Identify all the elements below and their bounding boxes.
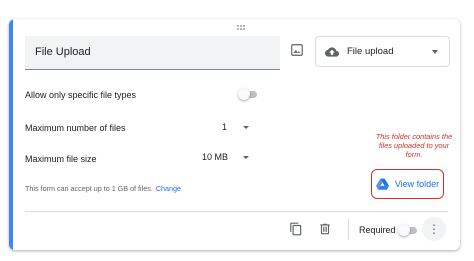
more-vert-icon: ⋮ — [428, 222, 440, 236]
more-options-button[interactable]: ⋮ — [422, 217, 446, 241]
question-title-input[interactable]: File Upload — [25, 36, 280, 70]
image-icon[interactable] — [290, 43, 304, 57]
active-accent-bar — [9, 19, 13, 250]
required-label: Required — [359, 225, 396, 235]
chevron-down-icon — [432, 50, 438, 54]
max-size-label: Maximum file size — [25, 154, 97, 164]
duplicate-icon[interactable] — [289, 222, 303, 236]
trash-icon[interactable] — [318, 222, 332, 236]
max-files-label: Maximum number of files — [25, 123, 126, 133]
max-size-value: 10 MB — [202, 152, 229, 162]
google-drive-icon — [375, 178, 389, 190]
upload-limit-text: This form can accept up to 1 GB of files… — [25, 184, 153, 193]
question-type-label: File upload — [347, 46, 394, 57]
question-title-text: File Upload — [35, 46, 91, 58]
folder-annotation: This folder contains the files uploaded … — [375, 132, 453, 159]
footer-separator — [348, 218, 349, 240]
chevron-down-icon — [243, 156, 249, 159]
chevron-down-icon — [243, 126, 249, 129]
drag-handle-icon[interactable] — [237, 25, 245, 30]
change-limit-link[interactable]: Change — [156, 184, 181, 193]
required-toggle[interactable] — [398, 224, 418, 236]
upload-limit-info: This form can accept up to 1 GB of files… — [25, 184, 181, 193]
cloud-upload-icon — [325, 46, 339, 57]
specific-types-label: Allow only specific file types — [25, 90, 137, 100]
question-type-select[interactable]: File upload — [315, 36, 450, 67]
question-card: File Upload File upload Allow only speci… — [9, 19, 460, 250]
view-folder-label: View folder — [394, 179, 440, 189]
specific-types-toggle[interactable] — [238, 88, 258, 100]
view-folder-button[interactable]: View folder — [371, 169, 444, 199]
footer-divider — [25, 211, 448, 212]
max-files-value: 1 — [222, 122, 228, 132]
